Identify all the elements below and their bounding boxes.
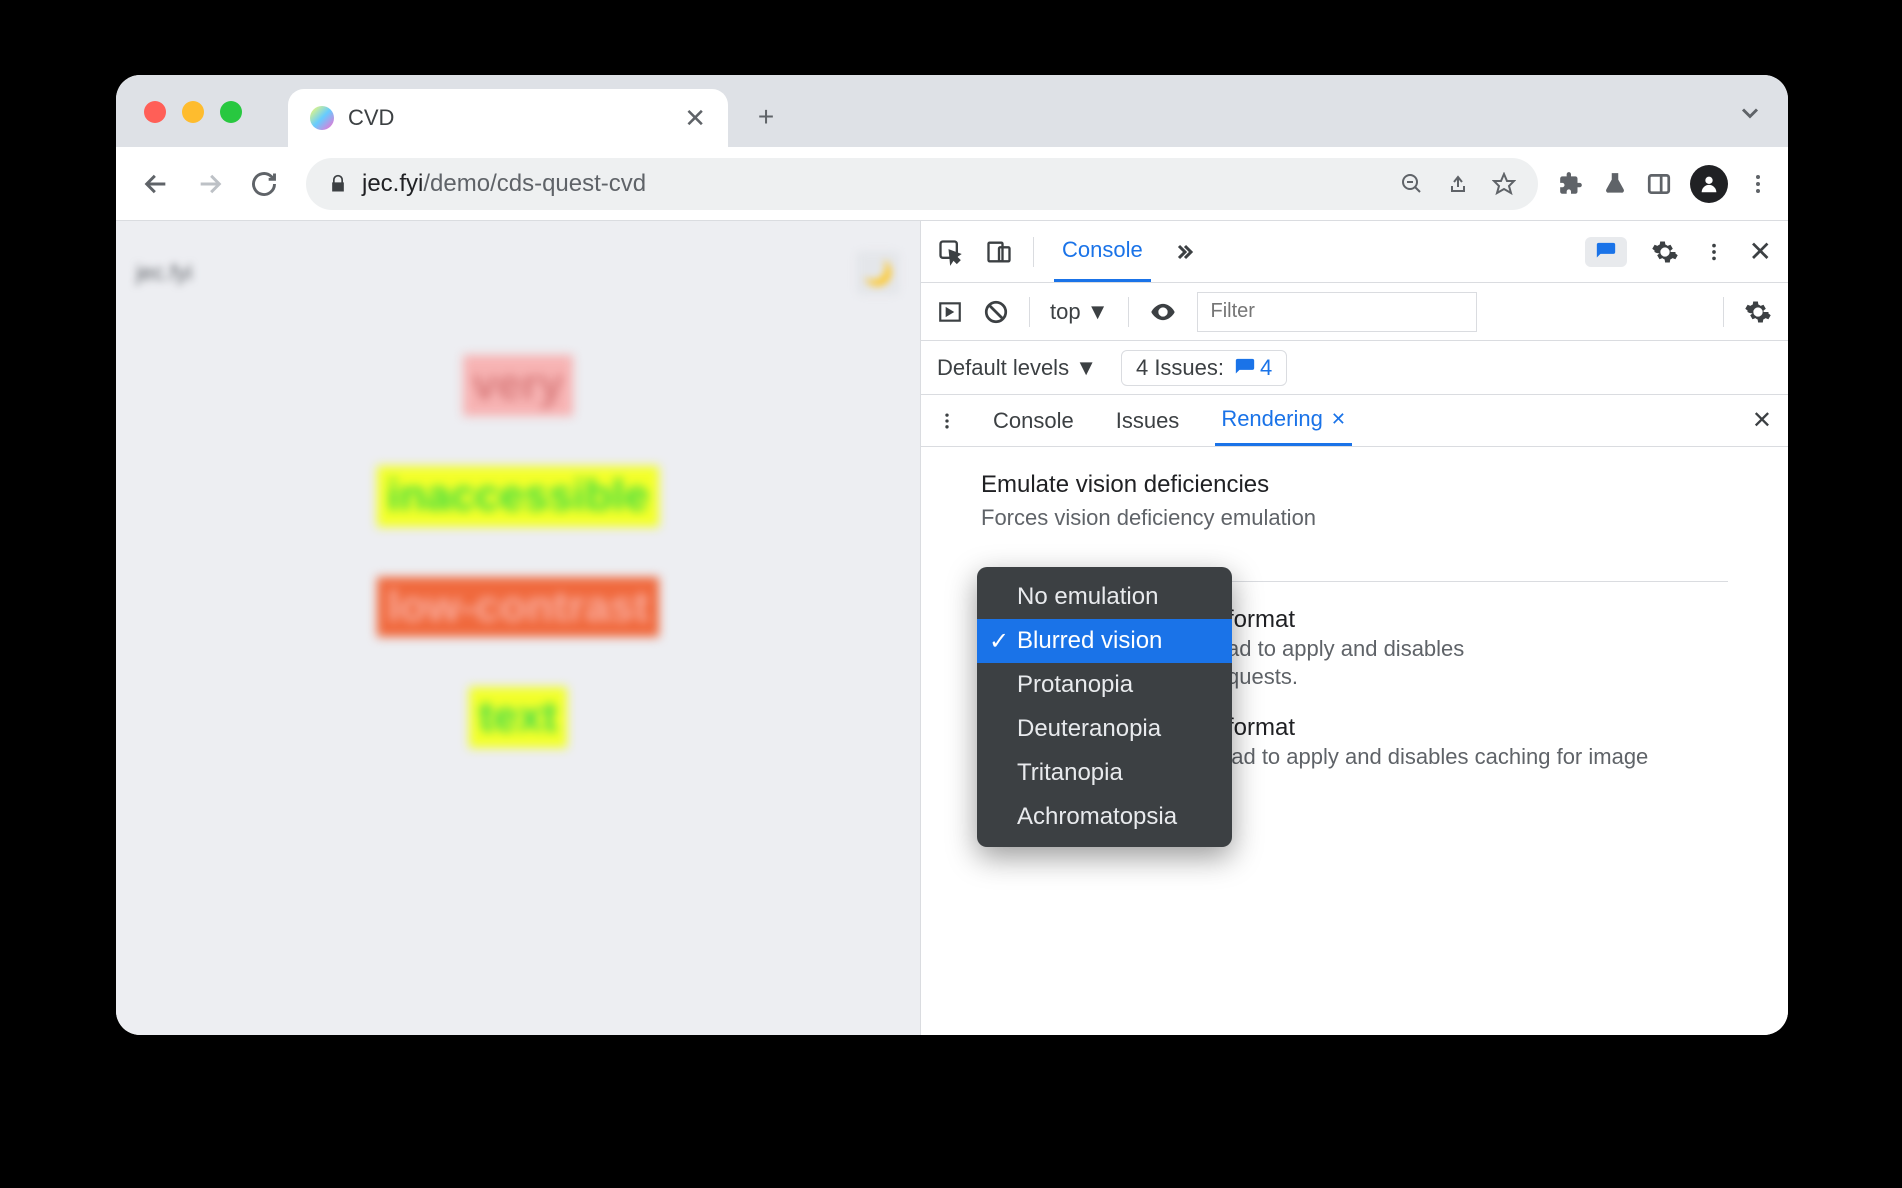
dropdown-item-blurred-vision[interactable]: Blurred vision [977,619,1232,663]
menu-button[interactable] [1746,172,1770,196]
extensions-icon[interactable] [1558,171,1584,197]
browser-tab[interactable]: CVD ✕ [288,89,728,147]
drawer-menu-icon[interactable] [937,411,957,431]
sample-text-3: low-contrast [377,577,659,638]
favicon-icon [310,106,334,130]
clear-console-icon[interactable] [983,299,1009,325]
browser-toolbar: jec.fyi/demo/cds-quest-cvd [116,147,1788,221]
window-controls [144,101,242,123]
more-tabs-button[interactable] [1171,240,1195,264]
dropdown-item-deuteranopia[interactable]: Deuteranopia [977,707,1232,751]
sample-text-2: inaccessible [377,466,659,527]
drawer-tab-console[interactable]: Console [987,395,1080,446]
devtools-close-icon[interactable]: ✕ [1749,235,1772,268]
url-domain: jec.fyi [362,170,423,197]
section-desc: Forces vision deficiency emulation [981,505,1728,531]
back-button[interactable] [134,162,178,206]
dropdown-item-protanopia[interactable]: Protanopia [977,663,1232,707]
issues-chip[interactable] [1585,237,1627,267]
vision-deficiency-dropdown[interactable]: No emulation Blurred vision Protanopia D… [977,567,1232,847]
devtools-panel: Console ✕ top ▼ [920,221,1788,1035]
zoom-icon[interactable] [1400,172,1424,196]
tab-bar: CVD ✕ + [116,75,1788,147]
browser-window: CVD ✕ + jec.fyi/demo/cds-quest-cvd [116,75,1788,1035]
issues-counter[interactable]: 4 Issues: 4 [1121,350,1287,386]
bookmark-icon[interactable] [1492,172,1516,196]
lock-icon [328,174,348,194]
context-selector[interactable]: top ▼ [1050,299,1108,325]
dropdown-item-no-emulation[interactable]: No emulation [977,575,1232,619]
labs-icon[interactable] [1602,171,1628,197]
sidepanel-icon[interactable] [1646,171,1672,197]
close-window-button[interactable] [144,101,166,123]
console-tab[interactable]: Console [1054,221,1151,282]
page-site-title: jec.fyi [136,260,192,286]
sidebar-toggle-icon[interactable] [937,299,963,325]
section-title: Emulate vision deficiencies [981,471,1728,499]
minimize-window-button[interactable] [182,101,204,123]
console-settings-icon[interactable] [1744,298,1772,326]
url-path: /demo/cds-quest-cvd [423,170,646,197]
devtools-menu-icon[interactable] [1703,241,1725,263]
inspect-icon[interactable] [937,238,965,266]
address-bar[interactable]: jec.fyi/demo/cds-quest-cvd [306,158,1538,210]
dropdown-item-achromatopsia[interactable]: Achromatopsia [977,795,1232,839]
page-viewport: jec.fyi 🌙 very inaccessible low-contrast… [116,221,920,1035]
dropdown-item-tritanopia[interactable]: Tritanopia [977,751,1232,795]
share-icon[interactable] [1446,172,1470,196]
settings-icon[interactable] [1651,238,1679,266]
close-tab-icon[interactable]: ✕ [1331,409,1346,430]
drawer-tab-issues[interactable]: Issues [1110,395,1186,446]
new-tab-button[interactable]: + [746,97,786,137]
dark-mode-toggle[interactable]: 🌙 [856,251,900,295]
filter-input[interactable] [1197,292,1477,332]
device-toggle-icon[interactable] [985,238,1013,266]
maximize-window-button[interactable] [220,101,242,123]
forward-button[interactable] [188,162,232,206]
reload-button[interactable] [242,162,286,206]
tab-menu-button[interactable] [1736,99,1764,127]
close-tab-button[interactable]: ✕ [684,103,706,134]
drawer-tab-rendering[interactable]: Rendering ✕ [1215,395,1352,446]
log-levels-selector[interactable]: Default levels ▼ [937,355,1097,381]
profile-button[interactable] [1690,165,1728,203]
tab-title: CVD [348,105,394,131]
sample-text-4: text [469,687,567,748]
drawer-close-icon[interactable]: ✕ [1752,406,1772,435]
live-expression-icon[interactable] [1149,298,1177,326]
sample-text-1: very [463,355,574,416]
